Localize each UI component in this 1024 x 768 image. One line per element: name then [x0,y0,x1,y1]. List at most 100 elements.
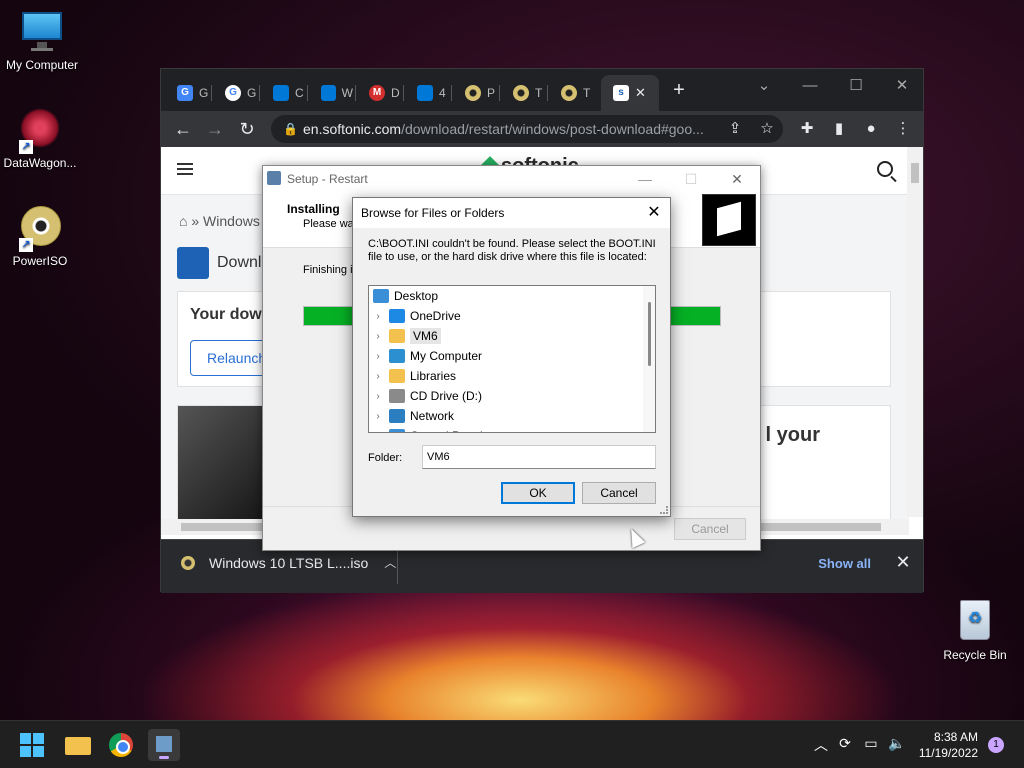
notification-badge[interactable]: 1 [988,737,1004,753]
desktop-icon-poweriso[interactable]: ↗ PowerISO [0,204,82,268]
tab-separator [307,85,308,101]
tab-9[interactable]: T [549,81,593,105]
tree-item-label: Control Panel [410,429,483,432]
search-icon[interactable] [877,161,893,177]
desktop-icon-my-computer[interactable]: My Computer [0,8,84,72]
tab-3[interactable]: C [261,81,305,105]
network-icon[interactable]: ▭ [860,735,882,752]
cd-drive-icon [389,389,405,403]
resize-grip[interactable] [660,506,668,514]
tree-item[interactable]: › CD Drive (D:) [369,386,639,406]
volume-icon[interactable]: 🔈 [886,735,908,752]
update-icon[interactable]: ⟳ [834,735,856,752]
tab-7[interactable]: P [453,81,497,105]
tree-item[interactable]: › OneDrive [369,306,639,326]
reload-icon[interactable]: ↻ [235,117,259,141]
browser-toolbar: ← → ↻ 🔒 en.softonic.com/download/restart… [161,111,923,147]
home-icon[interactable]: ⌂ [179,213,187,229]
cancel-button[interactable]: Cancel [582,482,656,504]
hamburger-menu-icon[interactable] [177,163,193,165]
breadcrumb-windows[interactable]: Windows [203,213,260,229]
google-translate-icon: G [177,85,193,101]
browse-message: C:\BOOT.INI couldn't be found. Please se… [368,238,656,263]
tree-item[interactable]: › Control Panel [369,426,639,433]
minimize-icon[interactable]: — [622,166,668,192]
breadcrumb: ⌂ » Windows [179,213,260,229]
maximize-icon[interactable]: ☐ [833,73,879,99]
download-filename: Windows 10 LTSB L....iso [209,554,369,571]
browse-title: Browse for Files or Folders [353,198,670,228]
clock[interactable]: 8:38 AM 11/19/2022 [919,729,978,761]
new-tab-button[interactable]: + [665,77,693,103]
network-icon [389,409,405,423]
tree-scrollbar[interactable] [643,286,655,432]
tab-6[interactable]: 4 [405,81,449,105]
m-icon: M [369,85,385,101]
shortcut-arrow-icon: ↗ [19,140,33,154]
chevron-right-icon[interactable]: › [371,371,385,382]
tree-item[interactable]: › Libraries [369,366,639,386]
chrome-icon[interactable] [105,729,137,761]
your-download-heading: Your dow [190,306,262,323]
tab-separator [403,85,404,101]
tab-2[interactable]: G G [213,81,257,105]
close-window-icon[interactable]: ✕ [879,73,925,99]
tab-active-softonic[interactable]: s ✕ [601,75,659,111]
tree-item[interactable]: › My Computer [369,346,639,366]
folder-icon [389,329,405,343]
tab-8[interactable]: T [501,81,545,105]
chevron-right-icon[interactable]: › [371,431,385,433]
desktop-icon-datawagon[interactable]: ↗ DataWagon... [0,106,82,170]
menu-icon[interactable]: ⋮ [891,117,915,141]
chevron-right-icon[interactable]: › [371,331,385,342]
computer-icon [389,349,405,363]
side-panel-icon[interactable]: ▮ [827,117,851,141]
tab-close-icon[interactable]: ✕ [635,85,646,101]
google-icon: G [225,85,241,101]
bookmark-star-icon[interactable]: ☆ [755,117,779,141]
start-button[interactable] [16,729,48,761]
ok-button[interactable]: OK [501,482,575,504]
download-item[interactable]: Windows 10 LTSB L....iso ︿ [181,554,396,571]
windows-icon [417,85,433,101]
chevron-right-icon[interactable]: › [371,411,385,422]
show-all-button[interactable]: Show all [818,556,871,571]
folder-input[interactable]: VM6 [422,445,656,469]
tree-item[interactable]: › Network [369,406,639,426]
share-icon[interactable]: ⇪ [723,117,747,141]
close-icon[interactable]: ✕ [714,166,760,192]
maximize-icon: ☐ [684,171,698,187]
disc-icon [513,85,529,101]
extensions-icon[interactable]: ✚ [795,117,819,141]
softonic-icon: s [613,85,629,101]
desktop-icon-recycle-bin[interactable]: ♻ Recycle Bin [933,598,1017,662]
tree-item[interactable]: Desktop [369,286,639,306]
chevron-up-icon[interactable]: ︿ [810,735,832,755]
tree-item-label: OneDrive [410,309,461,323]
vertical-scrollbar[interactable] [907,147,923,517]
chevron-right-icon[interactable]: › [371,351,385,362]
tab-4[interactable]: W [309,81,353,105]
tree-item[interactable]: › VM6 [369,326,639,346]
address-bar[interactable]: 🔒 en.softonic.com/download/restart/windo… [271,115,783,143]
libraries-icon [389,369,405,383]
setup-heading: Installing [287,202,340,216]
forward-icon[interactable]: → [203,117,227,141]
chevron-up-icon[interactable]: ︿ [384,554,396,571]
disc-icon [465,85,481,101]
setup-app-icon [267,171,281,185]
close-icon[interactable]: ✕ [638,198,670,228]
chevron-right-icon[interactable]: › [371,311,385,322]
tab-5[interactable]: M D [357,81,401,105]
minimize-icon[interactable]: — [787,73,833,99]
setup-taskbar-icon[interactable] [148,729,180,761]
tab-search-icon[interactable]: ⌄ [741,73,787,99]
profile-icon[interactable]: ● [859,117,883,141]
chevron-right-icon[interactable]: › [371,391,385,402]
folder-tree[interactable]: Desktop › OneDrive › VM6 › My Computer › Librari… [368,285,656,433]
close-shelf-icon[interactable]: ✕ [893,552,913,573]
file-explorer-icon[interactable] [62,729,94,761]
cloud-icon [389,309,405,323]
back-icon[interactable]: ← [171,117,195,141]
tab-1[interactable]: G G [165,81,209,105]
